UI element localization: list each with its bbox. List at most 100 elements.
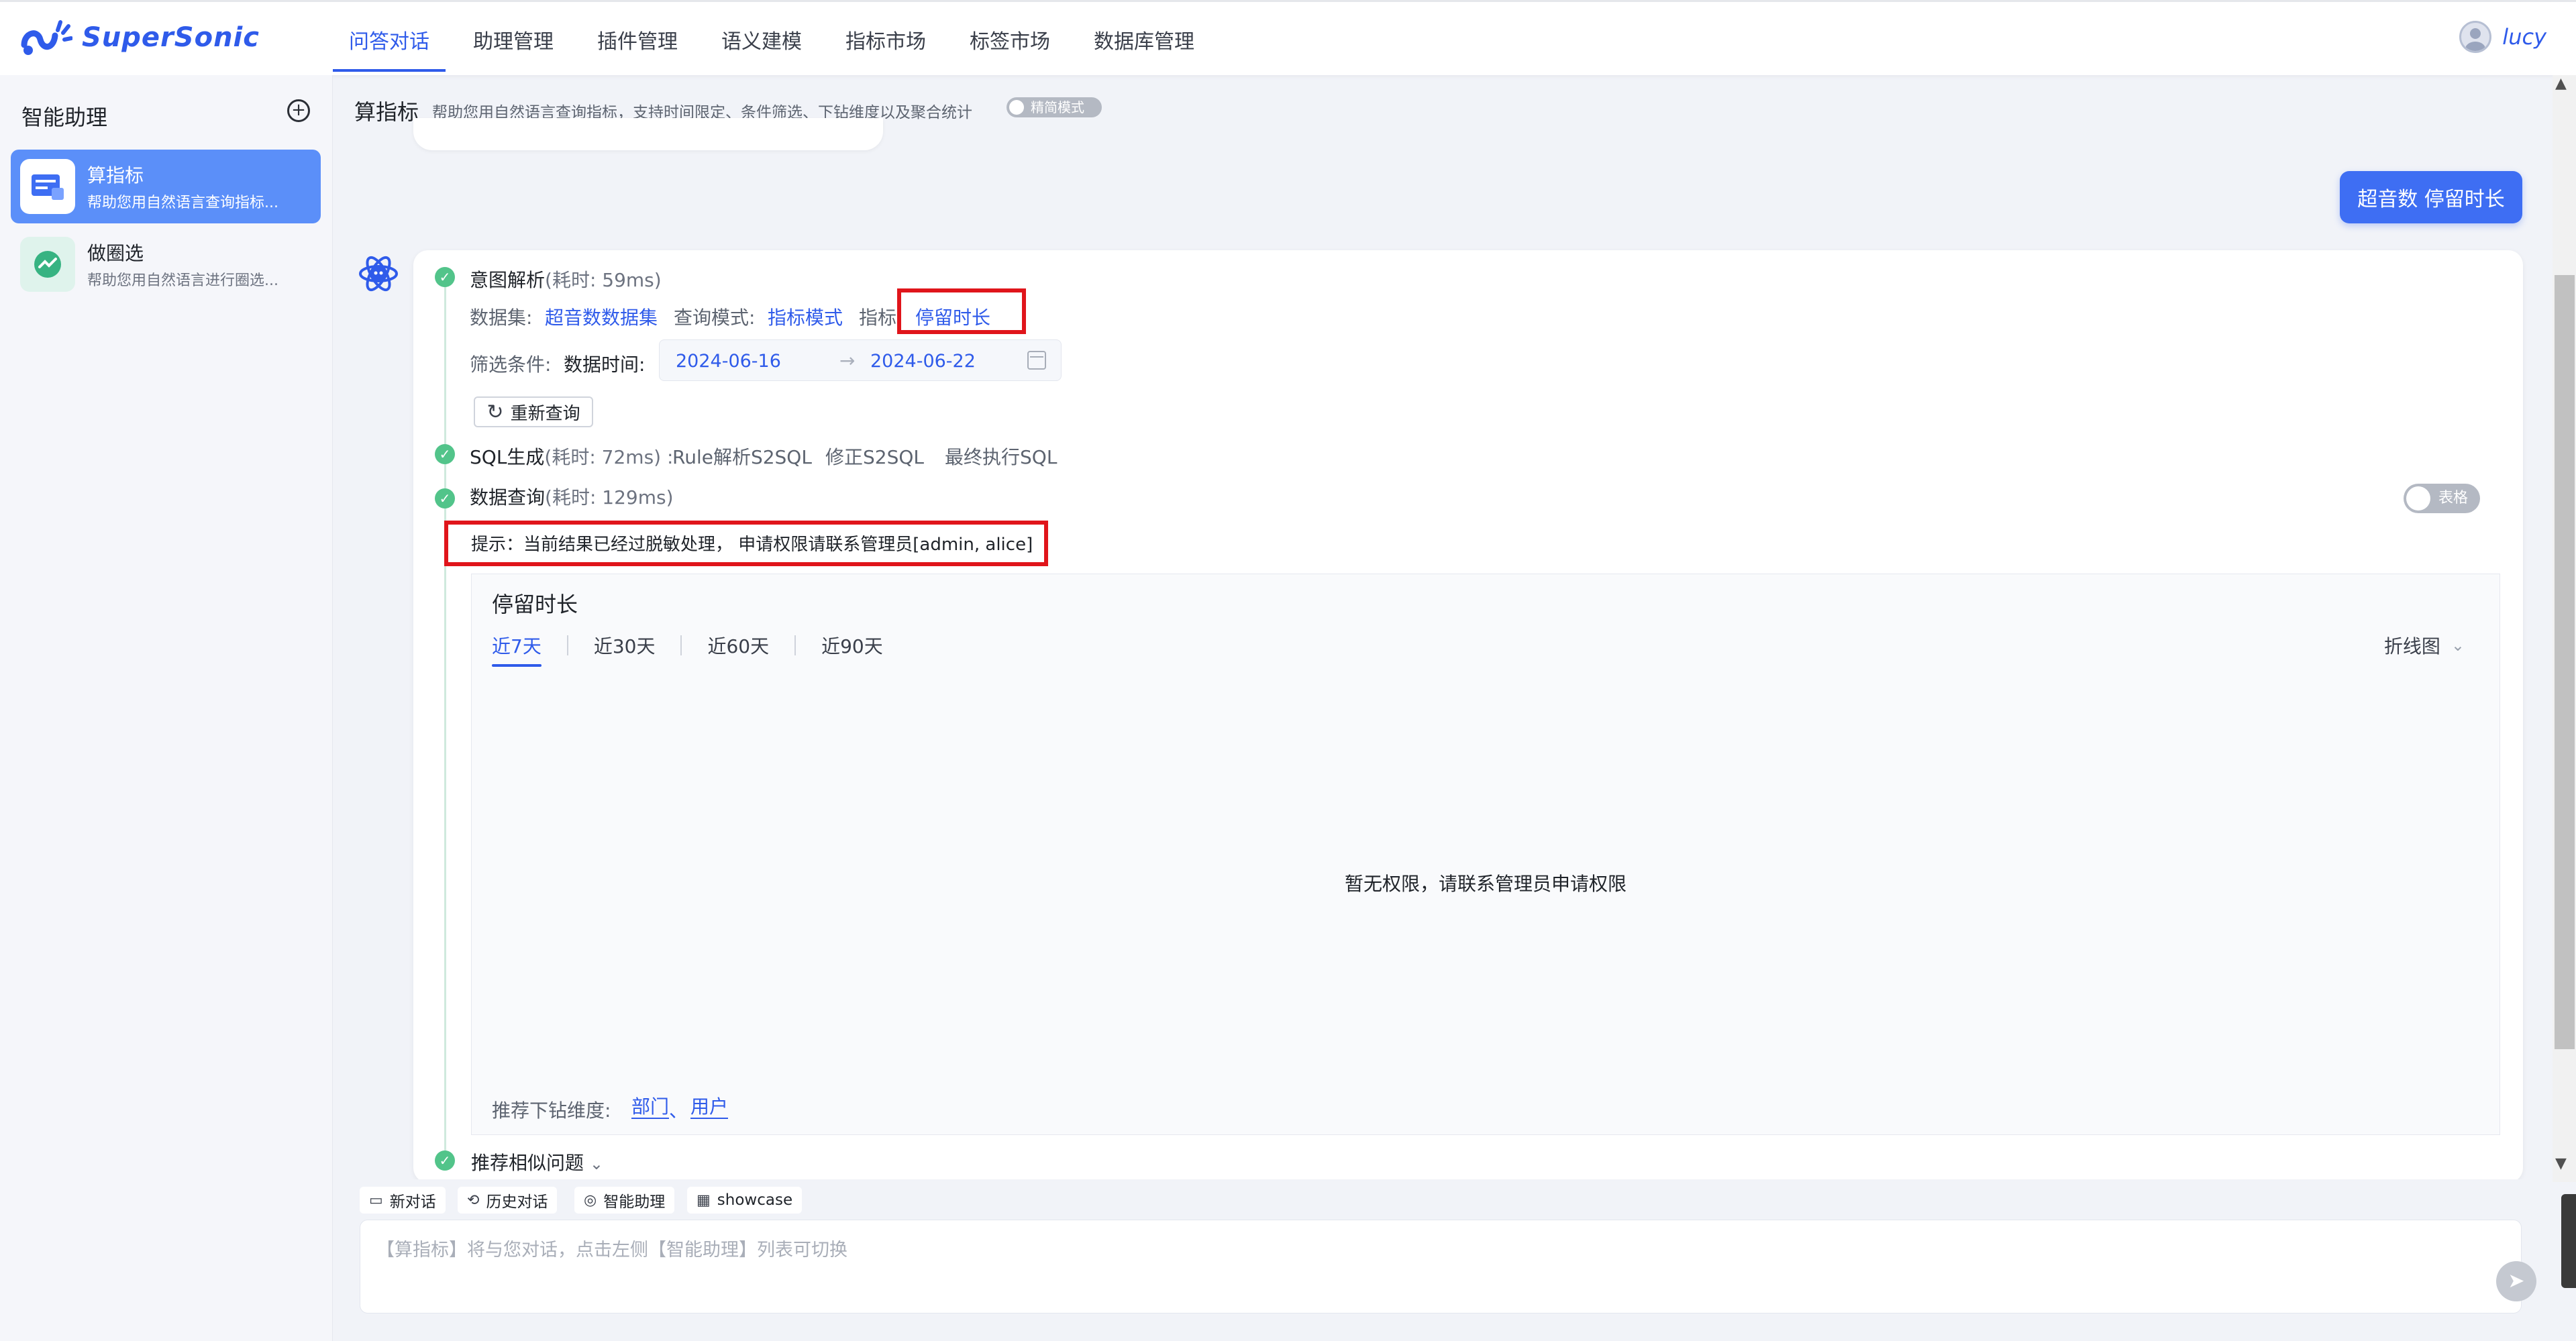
date-label: 数据时间: <box>564 354 646 376</box>
nav-database-manage[interactable]: 数据库管理 <box>1078 2 1210 77</box>
sql-step-title: SQL生成(耗时: 72ms) : <box>470 443 673 470</box>
drill-label: 推荐下钻维度: <box>492 1099 611 1122</box>
nav-agent-manage[interactable]: 助理管理 <box>457 2 570 77</box>
intent-step-title: 意图解析(耗时: 59ms) <box>470 266 662 292</box>
check-icon: ✓ <box>435 1150 455 1171</box>
nav-semantic-model[interactable]: 语义建模 <box>705 2 818 77</box>
requery-button[interactable]: ↻ 重新查询 <box>474 396 593 427</box>
arrow-right-icon: → <box>839 350 856 372</box>
query-step-title: 数据查询(耗时: 129ms) <box>470 483 674 510</box>
nav-chat[interactable]: 问答对话 <box>333 2 446 77</box>
sql-link-final[interactable]: 最终执行SQL <box>945 443 1057 470</box>
dataset-label: 数据集: <box>470 307 533 329</box>
trend-circle-icon <box>20 237 75 292</box>
chart-type-value: 折线图 <box>2383 635 2440 657</box>
nav-plugin-manage[interactable]: 插件管理 <box>581 2 694 77</box>
nav-metric-market[interactable]: 指标市场 <box>829 2 942 77</box>
calendar-icon <box>1027 351 1046 370</box>
history-label: 历史对话 <box>486 1193 548 1211</box>
range-tab-90d[interactable]: 近90天 <box>821 632 909 659</box>
agent-title: 算指标 <box>354 99 419 125</box>
metric-chart-panel: 停留时长 近7天 近30天 近60天 近90天 折线图 ⌄ 暂无权限，请联系管理… <box>471 574 2500 1135</box>
chat-input[interactable] <box>360 1220 2521 1313</box>
bot-avatar-icon <box>359 256 398 292</box>
divider <box>566 635 568 655</box>
intent-time: (耗时: 59ms) <box>545 269 662 291</box>
date-range-picker[interactable]: 2024-06-16 → 2024-06-22 <box>659 339 1062 381</box>
agent-item-metric[interactable]: 算指标 帮助您用自然语言查询指标... <box>11 150 321 223</box>
new-chat-label: 新对话 <box>389 1193 436 1211</box>
sql-time: (耗时: 72ms) : <box>544 446 674 468</box>
query-mode-value[interactable]: 指标模式 <box>768 303 843 330</box>
simple-mode-toggle[interactable]: 精简模式 <box>1007 97 1102 117</box>
grid-icon: ▦ <box>697 1191 711 1209</box>
agent-item-segment[interactable]: 做圈选 帮助您用自然语言进行圈选... <box>11 227 321 301</box>
username: lucy <box>2502 24 2546 50</box>
table-view-toggle[interactable]: 表格 <box>2404 484 2480 513</box>
nav-tag-market[interactable]: 标签市场 <box>954 2 1066 77</box>
query-time: (耗时: 129ms) <box>545 486 674 508</box>
requery-label: 重新查询 <box>510 403 580 424</box>
no-permission-message: 暂无权限，请联系管理员申请权限 <box>1344 873 1627 895</box>
scrollbar-thumb[interactable] <box>2555 275 2575 1049</box>
plus-circle-icon[interactable]: + <box>287 99 310 122</box>
robot-icon: ◎ <box>584 1191 597 1209</box>
new-chat-button[interactable]: ▭ 新对话 <box>360 1187 446 1214</box>
sidebar-title: 智能助理 <box>21 105 108 130</box>
date-range-tabs: 近7天 近30天 近60天 近90天 <box>492 632 909 667</box>
highlight-box-hint <box>444 521 1048 566</box>
similar-title: 推荐相似问题 <box>471 1152 584 1174</box>
highlight-box-metric <box>897 288 1026 334</box>
range-tab-60d[interactable]: 近60天 <box>707 632 794 659</box>
reload-icon: ↻ <box>486 400 504 424</box>
check-icon: ✓ <box>435 267 455 287</box>
dataset-value[interactable]: 超音数数据集 <box>545 303 658 330</box>
history-icon: ⟲ <box>467 1191 480 1209</box>
sql-link-rule[interactable]: Rule解析S2SQL <box>672 443 812 470</box>
query-mode-label: 查询模式: <box>674 307 756 329</box>
date-end[interactable]: 2024-06-22 <box>870 351 976 372</box>
check-icon: ✓ <box>435 444 455 464</box>
chevron-down-icon: ⌄ <box>2451 636 2465 655</box>
agent-name: 算指标 <box>87 164 144 186</box>
agent-list-button[interactable]: ◎ 智能助理 <box>574 1187 675 1214</box>
scroll-down-icon[interactable]: ▼ <box>2555 1155 2567 1172</box>
send-icon[interactable]: ➤ <box>2496 1261 2536 1301</box>
chat-input-box[interactable] <box>360 1220 2522 1313</box>
showcase-label: showcase <box>717 1191 793 1209</box>
top-nav: SuperSonic 问答对话 助理管理 插件管理 语义建模 指标市场 标签市场… <box>0 0 2576 75</box>
user-menu[interactable]: lucy <box>2459 21 2546 53</box>
timeline-line <box>444 278 446 1164</box>
drill-dim-user[interactable]: 用户 <box>690 1096 729 1119</box>
chart-title: 停留时长 <box>492 592 578 617</box>
chart-type-select[interactable]: 折线图 ⌄ <box>2384 632 2465 659</box>
metric-label: 指标: <box>859 307 903 329</box>
check-icon: ✓ <box>435 488 455 508</box>
agent-desc: 帮助您用自然语言进行圈选... <box>87 272 278 289</box>
showcase-button[interactable]: ▦ showcase <box>687 1187 803 1214</box>
sql-link-corrected[interactable]: 修正S2SQL <box>825 443 924 470</box>
divider <box>680 635 682 655</box>
metric-card-icon <box>20 159 75 214</box>
similar-questions-toggle[interactable]: 推荐相似问题 ⌄ <box>471 1148 603 1175</box>
agent-desc: 帮助您用自然语言查询指标... <box>87 195 278 211</box>
agent-sidebar: 智能助理 + 算指标 帮助您用自然语言查询指标... 做圈选 帮助您用自然语言进… <box>0 75 333 1341</box>
agent-list-label: 智能助理 <box>603 1193 666 1211</box>
range-tab-30d[interactable]: 近30天 <box>594 632 681 659</box>
side-widget[interactable] <box>2561 1194 2576 1288</box>
sql-title: SQL生成 <box>470 446 545 468</box>
user-avatar-icon <box>2459 21 2492 53</box>
scroll-up-icon[interactable]: ▲ <box>2555 75 2567 92</box>
divider <box>794 635 796 655</box>
supersonic-logo-icon <box>21 20 72 55</box>
date-start[interactable]: 2024-06-16 <box>676 351 781 372</box>
brand-name: SuperSonic <box>82 22 260 53</box>
logo[interactable]: SuperSonic <box>19 15 260 60</box>
history-button[interactable]: ⟲ 历史对话 <box>458 1187 558 1214</box>
range-tab-7d[interactable]: 近7天 <box>492 632 567 667</box>
agent-name: 做圈选 <box>87 242 144 264</box>
intent-title: 意图解析 <box>470 269 546 291</box>
drill-dim-department[interactable]: 部门 <box>631 1096 670 1119</box>
chevron-down-icon: ⌄ <box>589 1155 604 1173</box>
drill-separator: 、 <box>669 1099 688 1122</box>
